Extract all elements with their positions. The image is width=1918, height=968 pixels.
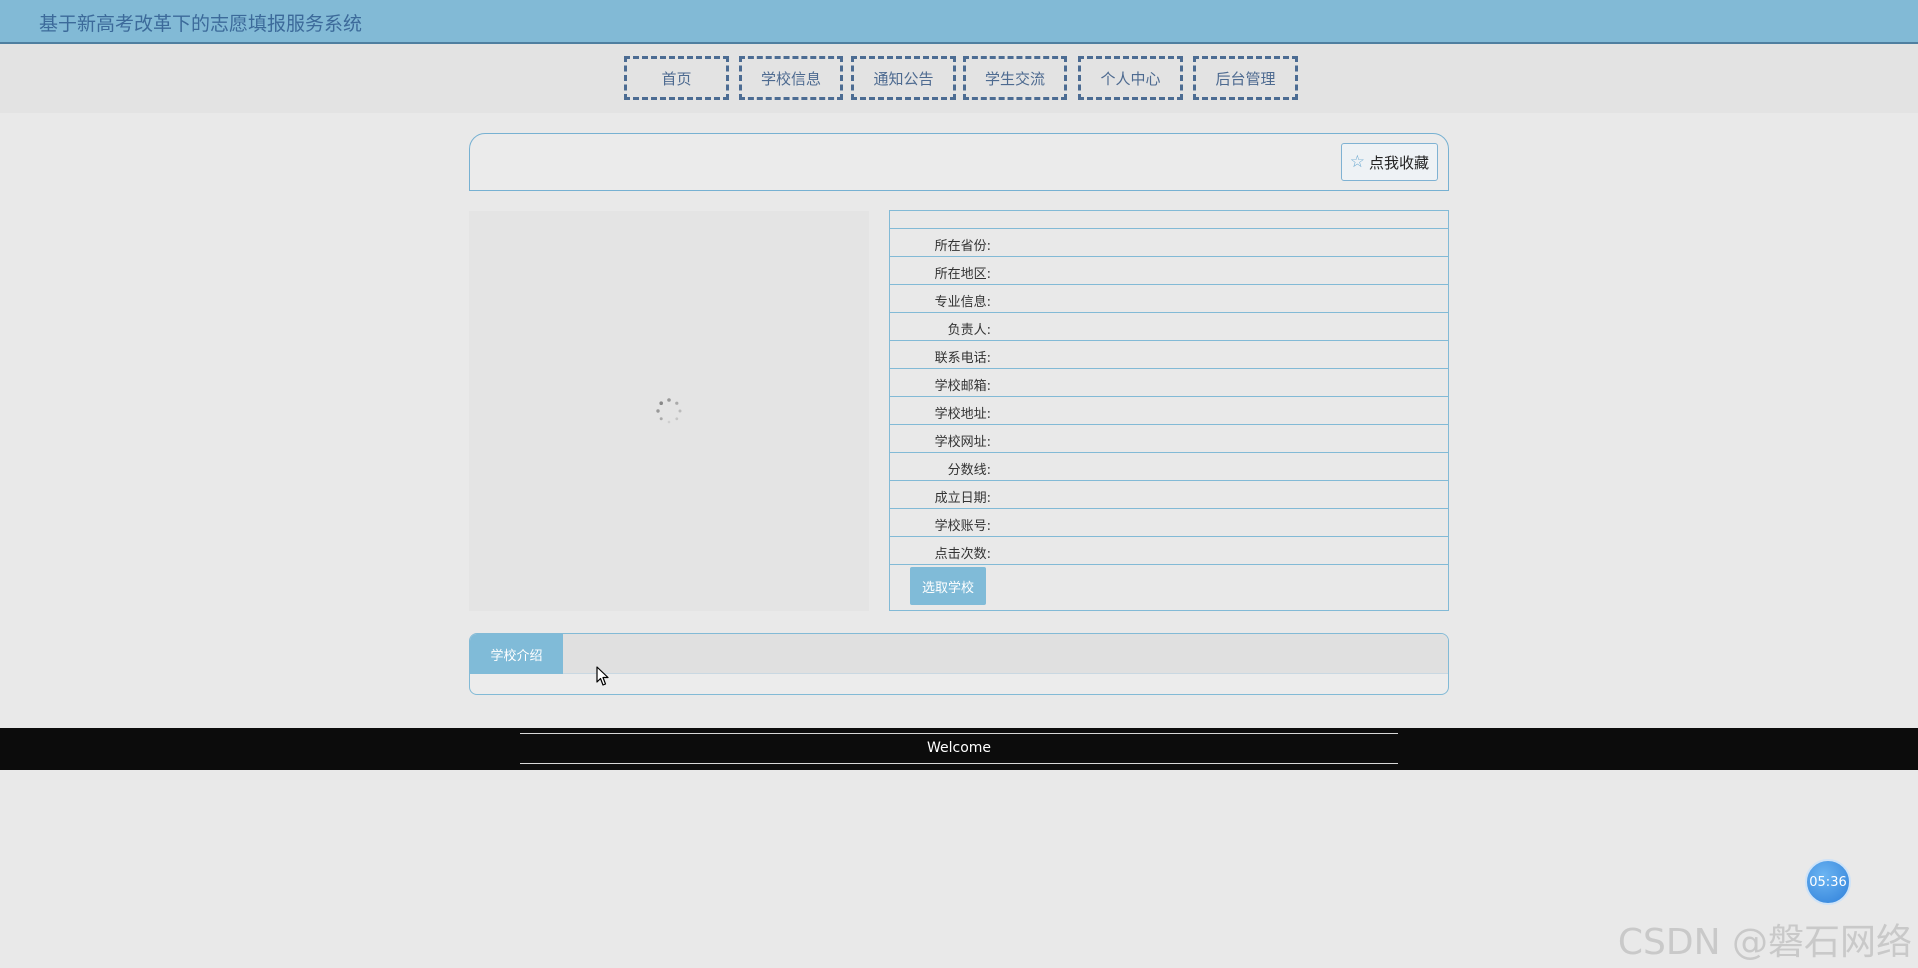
info-row-phone: 联系电话: xyxy=(890,341,1448,369)
info-label: 所在省份: xyxy=(934,239,991,254)
nav-item-admin[interactable]: 后台管理 xyxy=(1193,56,1298,100)
footer-divider xyxy=(520,763,1398,764)
select-school-button[interactable]: 选取学校 xyxy=(910,567,986,605)
info-label: 分数线: xyxy=(947,463,991,478)
info-row-email: 学校邮箱: xyxy=(890,369,1448,397)
school-intro-panel: 学校介绍 xyxy=(469,633,1449,695)
info-label: 所在地区: xyxy=(934,267,991,282)
school-image-panel xyxy=(469,211,869,611)
tab-school-intro[interactable]: 学校介绍 xyxy=(470,634,563,674)
info-label: 学校网址: xyxy=(934,435,991,450)
info-row-website: 学校网址: xyxy=(890,425,1448,453)
nav-item-personal-center[interactable]: 个人中心 xyxy=(1078,56,1183,100)
watermark-text: CSDN @磐石网络 xyxy=(1617,922,1912,963)
info-row-majors: 专业信息: xyxy=(890,285,1448,313)
mouse-cursor-icon xyxy=(596,666,609,686)
info-label: 学校地址: xyxy=(934,407,991,422)
main-navigation: 首页 学校信息 通知公告 学生交流 个人中心 后台管理 xyxy=(0,44,1918,113)
footer-divider xyxy=(520,733,1398,734)
site-title: 基于新高考改革下的志愿填报服务系统 xyxy=(39,13,363,35)
nav-item-school-info[interactable]: 学校信息 xyxy=(739,56,843,100)
nav-item-home[interactable]: 首页 xyxy=(624,56,729,100)
favorite-button[interactable]: ☆ 点我收藏 xyxy=(1340,143,1438,181)
info-row-region: 所在地区: xyxy=(890,257,1448,285)
info-row-province: 所在省份: xyxy=(890,229,1448,257)
school-info-table: 所在省份: 所在地区: 专业信息: 负责人: 联系电话: 学校邮箱: 学校地址:… xyxy=(889,210,1449,611)
info-row-account: 学校账号: xyxy=(890,509,1448,537)
footer: Welcome xyxy=(0,728,1918,770)
info-row-founded-date: 成立日期: xyxy=(890,481,1448,509)
star-icon: ☆ xyxy=(1349,152,1365,172)
favorite-button-label: 点我收藏 xyxy=(1368,153,1429,172)
info-label: 专业信息: xyxy=(934,295,991,310)
nav-item-announcements[interactable]: 通知公告 xyxy=(851,56,956,100)
loading-spinner-icon xyxy=(656,398,682,424)
timer-bubble[interactable]: 05:36 xyxy=(1805,859,1851,905)
info-label: 联系电话: xyxy=(934,351,991,366)
school-intro-header: 学校介绍 xyxy=(470,634,1448,674)
info-label: 学校邮箱: xyxy=(934,379,991,394)
info-row-score-line: 分数线: xyxy=(890,453,1448,481)
top-header-bar: 基于新高考改革下的志愿填报服务系统 xyxy=(0,0,1918,44)
info-label: 点击次数: xyxy=(934,547,991,562)
info-label: 负责人: xyxy=(947,323,991,338)
favorite-bar: ☆ 点我收藏 xyxy=(469,133,1449,191)
info-label: 成立日期: xyxy=(934,491,991,506)
nav-item-student-forum[interactable]: 学生交流 xyxy=(963,56,1067,100)
footer-welcome-text: Welcome xyxy=(926,740,992,756)
info-row-contact-person: 负责人: xyxy=(890,313,1448,341)
school-info-title xyxy=(890,211,1448,229)
info-label: 学校账号: xyxy=(934,519,991,534)
info-row-click-count: 点击次数: xyxy=(890,537,1448,565)
info-row-address: 学校地址: xyxy=(890,397,1448,425)
